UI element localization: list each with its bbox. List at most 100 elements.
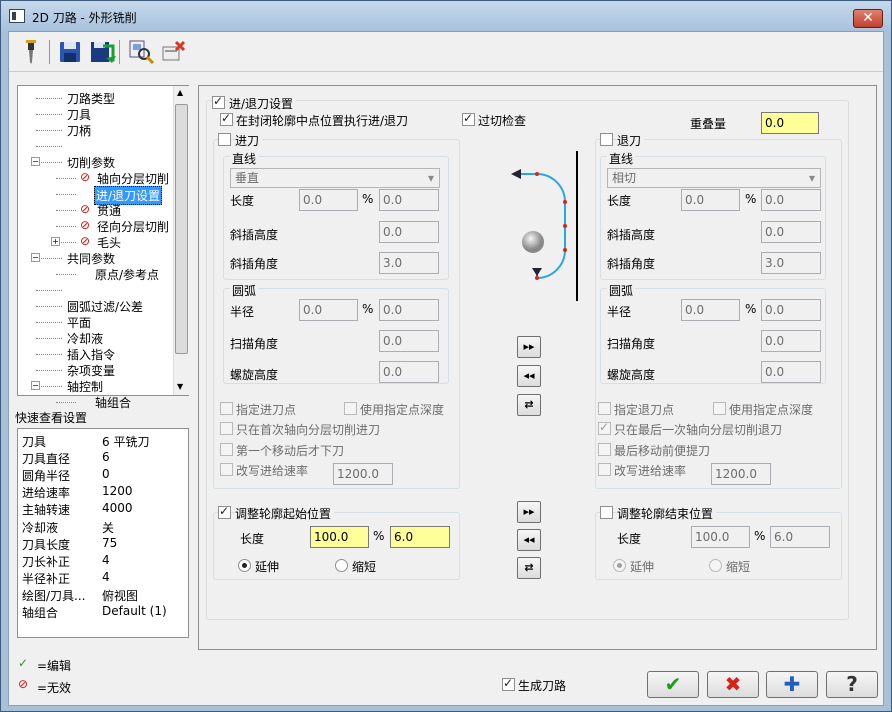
swap-start-end-button[interactable]: ⇄ (517, 557, 541, 579)
adjust-end-checkbox[interactable] (600, 506, 613, 519)
adjust-start-checkbox[interactable] (218, 504, 231, 519)
close-button[interactable]: ✕ (853, 9, 883, 28)
tree-scrollbar[interactable]: ▲ ▼ (173, 86, 189, 395)
exit-helix-input[interactable]: 0.0 (761, 361, 821, 383)
entry-length-pct-input[interactable]: 0.0 (379, 189, 439, 211)
save-all-icon[interactable] (88, 38, 116, 66)
exit-feed-input[interactable]: 1200.0 (711, 463, 771, 485)
exit-sweep-input[interactable]: 0.0 (761, 330, 821, 352)
gouge-check-checkbox[interactable] (462, 111, 475, 126)
entry-exit-checkbox[interactable] (212, 94, 225, 109)
title-bar[interactable]: 2D 刀路 - 外形铣削 ✕ (1, 1, 891, 31)
tree-connector (36, 306, 62, 307)
entry-helix-input[interactable]: 0.0 (379, 361, 439, 383)
entry-exit-diagram (511, 151, 578, 301)
scroll-down-icon[interactable]: ▼ (177, 382, 183, 391)
tree-item-label: 贯通 (97, 204, 122, 218)
tree-item-label: 平面 (67, 316, 92, 330)
tree-connector (36, 290, 62, 291)
exit-radius-pct-input[interactable]: 0.0 (761, 299, 821, 321)
midpoint-checkbox[interactable] (220, 111, 233, 126)
entry-line-mode-select[interactable]: 垂直 (230, 168, 440, 188)
quick-view-key: 刀长补正 (22, 554, 71, 569)
apply-plus-icon: ✚ (783, 672, 801, 696)
generate-toolpath-checkbox[interactable] (502, 676, 515, 691)
adjust-start-extend-radio[interactable] (238, 559, 251, 572)
entry-feed-input[interactable]: 1200.0 (333, 463, 393, 485)
scroll-thumb[interactable] (175, 104, 188, 354)
entry-override-feed-checkbox[interactable] (220, 463, 233, 476)
entry-override-feed-label: 改写进给速率 (236, 464, 309, 478)
swap-entry-exit-button[interactable]: ⇄ (517, 394, 541, 416)
adjust-start-length-input[interactable]: 100.0 (310, 526, 369, 548)
copy-end-to-start-button[interactable]: ◂◂ (517, 529, 541, 551)
apply-button[interactable]: ✚ (766, 671, 818, 698)
exit-specify-point-checkbox[interactable] (598, 402, 611, 415)
entry-first-only-checkbox[interactable] (220, 422, 233, 435)
tree-expander-icon[interactable]: − (31, 381, 40, 390)
delete-icon[interactable] (159, 38, 187, 66)
entry-checkbox[interactable] (218, 133, 231, 146)
adjust-end-shorten-radio[interactable] (709, 559, 722, 572)
adjust-start-shorten-radio[interactable] (335, 559, 348, 572)
quick-view-panel: 刀具 6 平铣刀 刀具直径 6 圆角半径 0 进给速率 1200 主轴转速 4000 冷却液 关刀具长… (17, 428, 189, 638)
ok-button[interactable]: ✔ (647, 671, 699, 698)
tree-item-label: 轴控制 (67, 380, 104, 394)
exit-ramp-height-input[interactable]: 0.0 (761, 221, 821, 243)
entry-helix-label: 螺旋高度 (230, 368, 279, 382)
entry-use-depth-checkbox[interactable] (344, 402, 357, 415)
exit-checkbox[interactable] (600, 133, 613, 146)
scroll-up-icon[interactable]: ▲ (177, 88, 183, 97)
exit-arc-label: 圆弧 (607, 282, 636, 299)
quick-view-value: 4 (102, 569, 110, 584)
adjust-start-pct-input[interactable]: 6.0 (390, 526, 450, 548)
tree-expander-icon[interactable]: − (31, 253, 40, 262)
exit-ramp-angle-input[interactable]: 3.0 (761, 252, 821, 274)
tree-expander-icon[interactable]: − (31, 157, 40, 166)
entry-exit-label: 进/退刀设置 (229, 95, 297, 112)
preview-icon[interactable] (127, 38, 155, 66)
tree-connector (36, 98, 62, 99)
exit-ramp-height-label: 斜插高度 (607, 228, 656, 242)
cancel-button[interactable]: ✖ (707, 671, 759, 698)
copy-exit-to-entry-button[interactable]: ◂◂ (517, 365, 541, 387)
exit-length-pct-input[interactable]: 0.0 (761, 189, 821, 211)
exit-last-move-label: 最后移动前便提刀 (614, 444, 711, 458)
exit-length-input[interactable]: 0.0 (681, 189, 740, 211)
exit-override-feed-checkbox[interactable] (598, 463, 611, 476)
copy-start-to-end-button[interactable]: ▸▸ (517, 501, 541, 523)
entry-specify-point-checkbox[interactable] (220, 402, 233, 415)
save-icon[interactable] (56, 38, 84, 66)
exit-radius-input[interactable]: 0.0 (681, 299, 740, 321)
window: 2D 刀路 - 外形铣削 ✕ 刀路类型 刀具 刀柄 − 切削参数 ⊘ 轴向分层切… (0, 0, 892, 712)
entry-radius-pct-input[interactable]: 0.0 (379, 299, 439, 321)
exit-last-only-checkbox[interactable] (598, 420, 611, 435)
exit-line-mode-select[interactable]: 相切 (607, 168, 821, 188)
adjust-end-pct-input[interactable]: 6.0 (770, 526, 830, 548)
overlap-input[interactable]: 0.0 (761, 112, 819, 134)
entry-first-move-checkbox[interactable] (220, 443, 233, 456)
entry-ramp-height-input[interactable]: 0.0 (379, 221, 439, 243)
tree-expander-icon[interactable]: + (51, 237, 60, 246)
exit-helix-label: 螺旋高度 (607, 368, 656, 382)
adjust-end-length-input[interactable]: 100.0 (691, 526, 750, 548)
exit-last-move-checkbox[interactable] (598, 443, 611, 456)
adjust-end-label: 调整轮廓结束位置 (617, 505, 717, 522)
cancel-x-icon: ✖ (724, 672, 742, 696)
quick-view-value: 1200 (102, 484, 133, 499)
help-button[interactable]: ? (826, 671, 878, 698)
exit-use-depth-checkbox[interactable] (713, 402, 726, 415)
tool-icon[interactable] (17, 38, 45, 66)
quick-view-value: 6 (102, 450, 110, 465)
entry-ramp-angle-input[interactable]: 3.0 (379, 252, 439, 274)
quick-view-value: 0 (102, 467, 110, 482)
overlap-label: 重叠量 (690, 117, 727, 131)
entry-length-input[interactable]: 0.0 (299, 189, 358, 211)
entry-radius-input[interactable]: 0.0 (299, 299, 358, 321)
entry-sweep-input[interactable]: 0.0 (379, 330, 439, 352)
entry-ramp-height-label: 斜插高度 (230, 228, 279, 242)
adjust-end-extend-radio[interactable] (613, 559, 626, 572)
quick-view-value: Default (1) (102, 604, 167, 618)
tree-item-label: 插入指令 (67, 348, 116, 362)
copy-entry-to-exit-button[interactable]: ▸▸ (517, 336, 541, 358)
